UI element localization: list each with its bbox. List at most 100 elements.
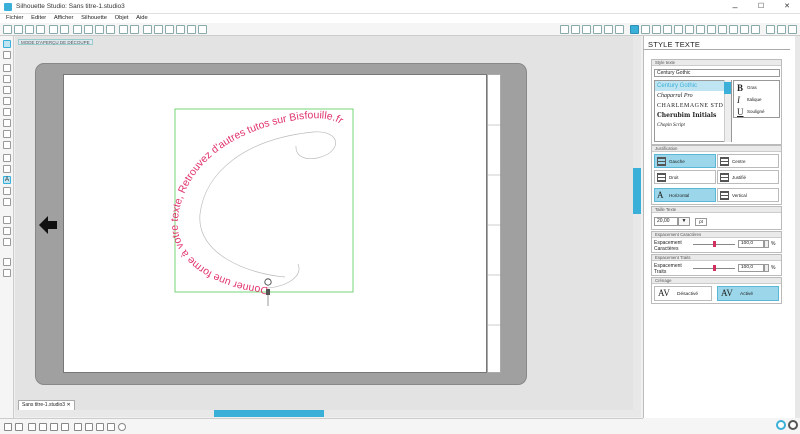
circle-bottom-icon[interactable] [118, 423, 126, 431]
send-to-silhouette-icon[interactable] [766, 25, 775, 34]
edit-points-icon[interactable] [3, 51, 11, 59]
fill-color-icon[interactable] [641, 25, 650, 34]
offset-icon[interactable] [604, 25, 613, 34]
select-tool-icon[interactable] [3, 40, 11, 48]
open-file-icon[interactable] [14, 25, 23, 34]
knife-icon[interactable] [718, 25, 727, 34]
trace-icon[interactable] [615, 25, 624, 34]
polygon-tool-icon[interactable] [3, 108, 11, 116]
select-all-icon[interactable] [4, 423, 12, 431]
settings-icon[interactable] [788, 25, 797, 34]
vertical-scrollbar[interactable] [633, 36, 641, 410]
font-list-scroll-thumb[interactable] [724, 82, 731, 94]
line-style-icon[interactable] [663, 25, 672, 34]
knife-tool-icon[interactable] [3, 198, 11, 206]
duplicate-bottom-icon[interactable] [50, 423, 58, 431]
curve-tool-icon[interactable] [3, 119, 11, 127]
gradient-icon[interactable] [674, 25, 683, 34]
ungroup-bottom-icon[interactable] [107, 423, 115, 431]
weld-icon[interactable] [74, 423, 82, 431]
close-button[interactable]: ✕ [774, 1, 800, 13]
group-icon[interactable] [560, 25, 569, 34]
make-compound-icon[interactable] [85, 423, 93, 431]
font-size-dropdown[interactable]: ▼ [678, 217, 690, 226]
redo-icon[interactable] [130, 25, 139, 34]
menu-silhouette[interactable]: Silhouette [81, 14, 107, 23]
italic-option[interactable]: I Italique [736, 94, 778, 106]
underline-option[interactable]: U Souligné [736, 106, 778, 118]
line-spacing-knob[interactable] [712, 265, 716, 271]
panels-icon[interactable] [3, 269, 11, 277]
undo-icon[interactable] [119, 25, 128, 34]
line-color-icon[interactable] [652, 25, 661, 34]
save-icon[interactable] [36, 25, 45, 34]
layers-icon[interactable] [3, 258, 11, 266]
delete-icon[interactable] [106, 25, 115, 34]
bold-option[interactable]: B Gras [736, 82, 778, 94]
vertical-button[interactable]: Vertical [717, 188, 779, 202]
font-list[interactable]: Century Gothic Chaparral Pro CHARLEMAGNE… [654, 80, 732, 142]
menu-editer[interactable]: Editer [31, 14, 46, 23]
lock-handle[interactable] [266, 289, 270, 295]
minimize-button[interactable]: – [722, 1, 748, 13]
copy-icon[interactable] [73, 25, 82, 34]
rectangle-tool-icon[interactable] [3, 75, 11, 83]
align-icon[interactable] [582, 25, 591, 34]
delete-bottom-icon[interactable] [61, 423, 69, 431]
design-page-icon[interactable] [3, 216, 11, 224]
font-item[interactable]: Chopin Script [655, 121, 731, 131]
transform-icon[interactable] [696, 25, 705, 34]
copy-bottom-icon[interactable] [28, 423, 36, 431]
font-item[interactable]: Century Gothic [655, 81, 731, 91]
menu-afficher[interactable]: Afficher [54, 14, 74, 23]
eraser-tool-icon[interactable] [3, 187, 11, 195]
pencil-tool-icon[interactable] [3, 154, 11, 162]
horizontal-scroll-thumb[interactable] [214, 410, 324, 417]
duplicate-icon[interactable] [95, 25, 104, 34]
zoom-out-icon[interactable] [165, 25, 174, 34]
ellipse-tool-icon[interactable] [3, 97, 11, 105]
kerning-on-button[interactable]: AV Activé [717, 286, 779, 301]
align-center-button[interactable]: Centre [717, 154, 779, 168]
text-style-icon[interactable] [630, 25, 639, 34]
font-item[interactable]: Cherubim Initials [655, 111, 731, 121]
pattern-icon[interactable] [685, 25, 694, 34]
arc-tool-icon[interactable] [3, 130, 11, 138]
pan-hand-icon[interactable] [143, 25, 152, 34]
grid-icon[interactable] [198, 25, 207, 34]
menu-objet[interactable]: Objet [115, 14, 129, 23]
line-spacing-spinner[interactable] [764, 264, 769, 272]
align-left-button[interactable]: Gauche [654, 154, 716, 168]
settings-gear-icon[interactable] [788, 420, 798, 430]
page-setup-icon[interactable] [729, 25, 738, 34]
deselect-icon[interactable] [15, 423, 23, 431]
new-file-icon[interactable] [3, 25, 12, 34]
design-layer[interactable]: Donner une forme à votre texte, Retrouve… [63, 74, 487, 373]
line-spacing-input[interactable]: 100,0 [738, 264, 764, 272]
cut-icon[interactable] [60, 25, 69, 34]
font-size-unit[interactable]: pt [695, 218, 707, 226]
store-icon[interactable] [777, 25, 786, 34]
zoom-page-icon[interactable] [187, 25, 196, 34]
char-spacing-spinner[interactable] [764, 240, 769, 248]
font-item[interactable]: CHARLEMAGNE STD [655, 101, 731, 111]
gear-icon[interactable] [776, 420, 786, 430]
curved-text[interactable]: Donner une forme à votre texte, Retrouve… [169, 109, 346, 296]
replicate-icon[interactable] [593, 25, 602, 34]
char-spacing-knob[interactable] [712, 241, 716, 247]
close-tab-icon[interactable]: ✕ [66, 402, 70, 408]
modify-icon[interactable] [707, 25, 716, 34]
text-tool-icon[interactable]: A [3, 176, 11, 184]
maximize-button[interactable]: ☐ [748, 1, 774, 13]
library-icon[interactable] [25, 25, 34, 34]
align-right-button[interactable]: Droit [654, 170, 716, 184]
print-icon[interactable] [49, 25, 58, 34]
document-tab[interactable]: Sans titre-1.studio3 ✕ [18, 400, 75, 410]
zoom-fit-icon[interactable] [176, 25, 185, 34]
paste-icon[interactable] [84, 25, 93, 34]
panel-scrollbar[interactable] [795, 36, 800, 418]
line-tool-icon[interactable] [3, 64, 11, 72]
shape-tool-icon[interactable] [3, 165, 11, 173]
library-view-icon[interactable] [3, 227, 11, 235]
rounded-rect-tool-icon[interactable] [3, 86, 11, 94]
